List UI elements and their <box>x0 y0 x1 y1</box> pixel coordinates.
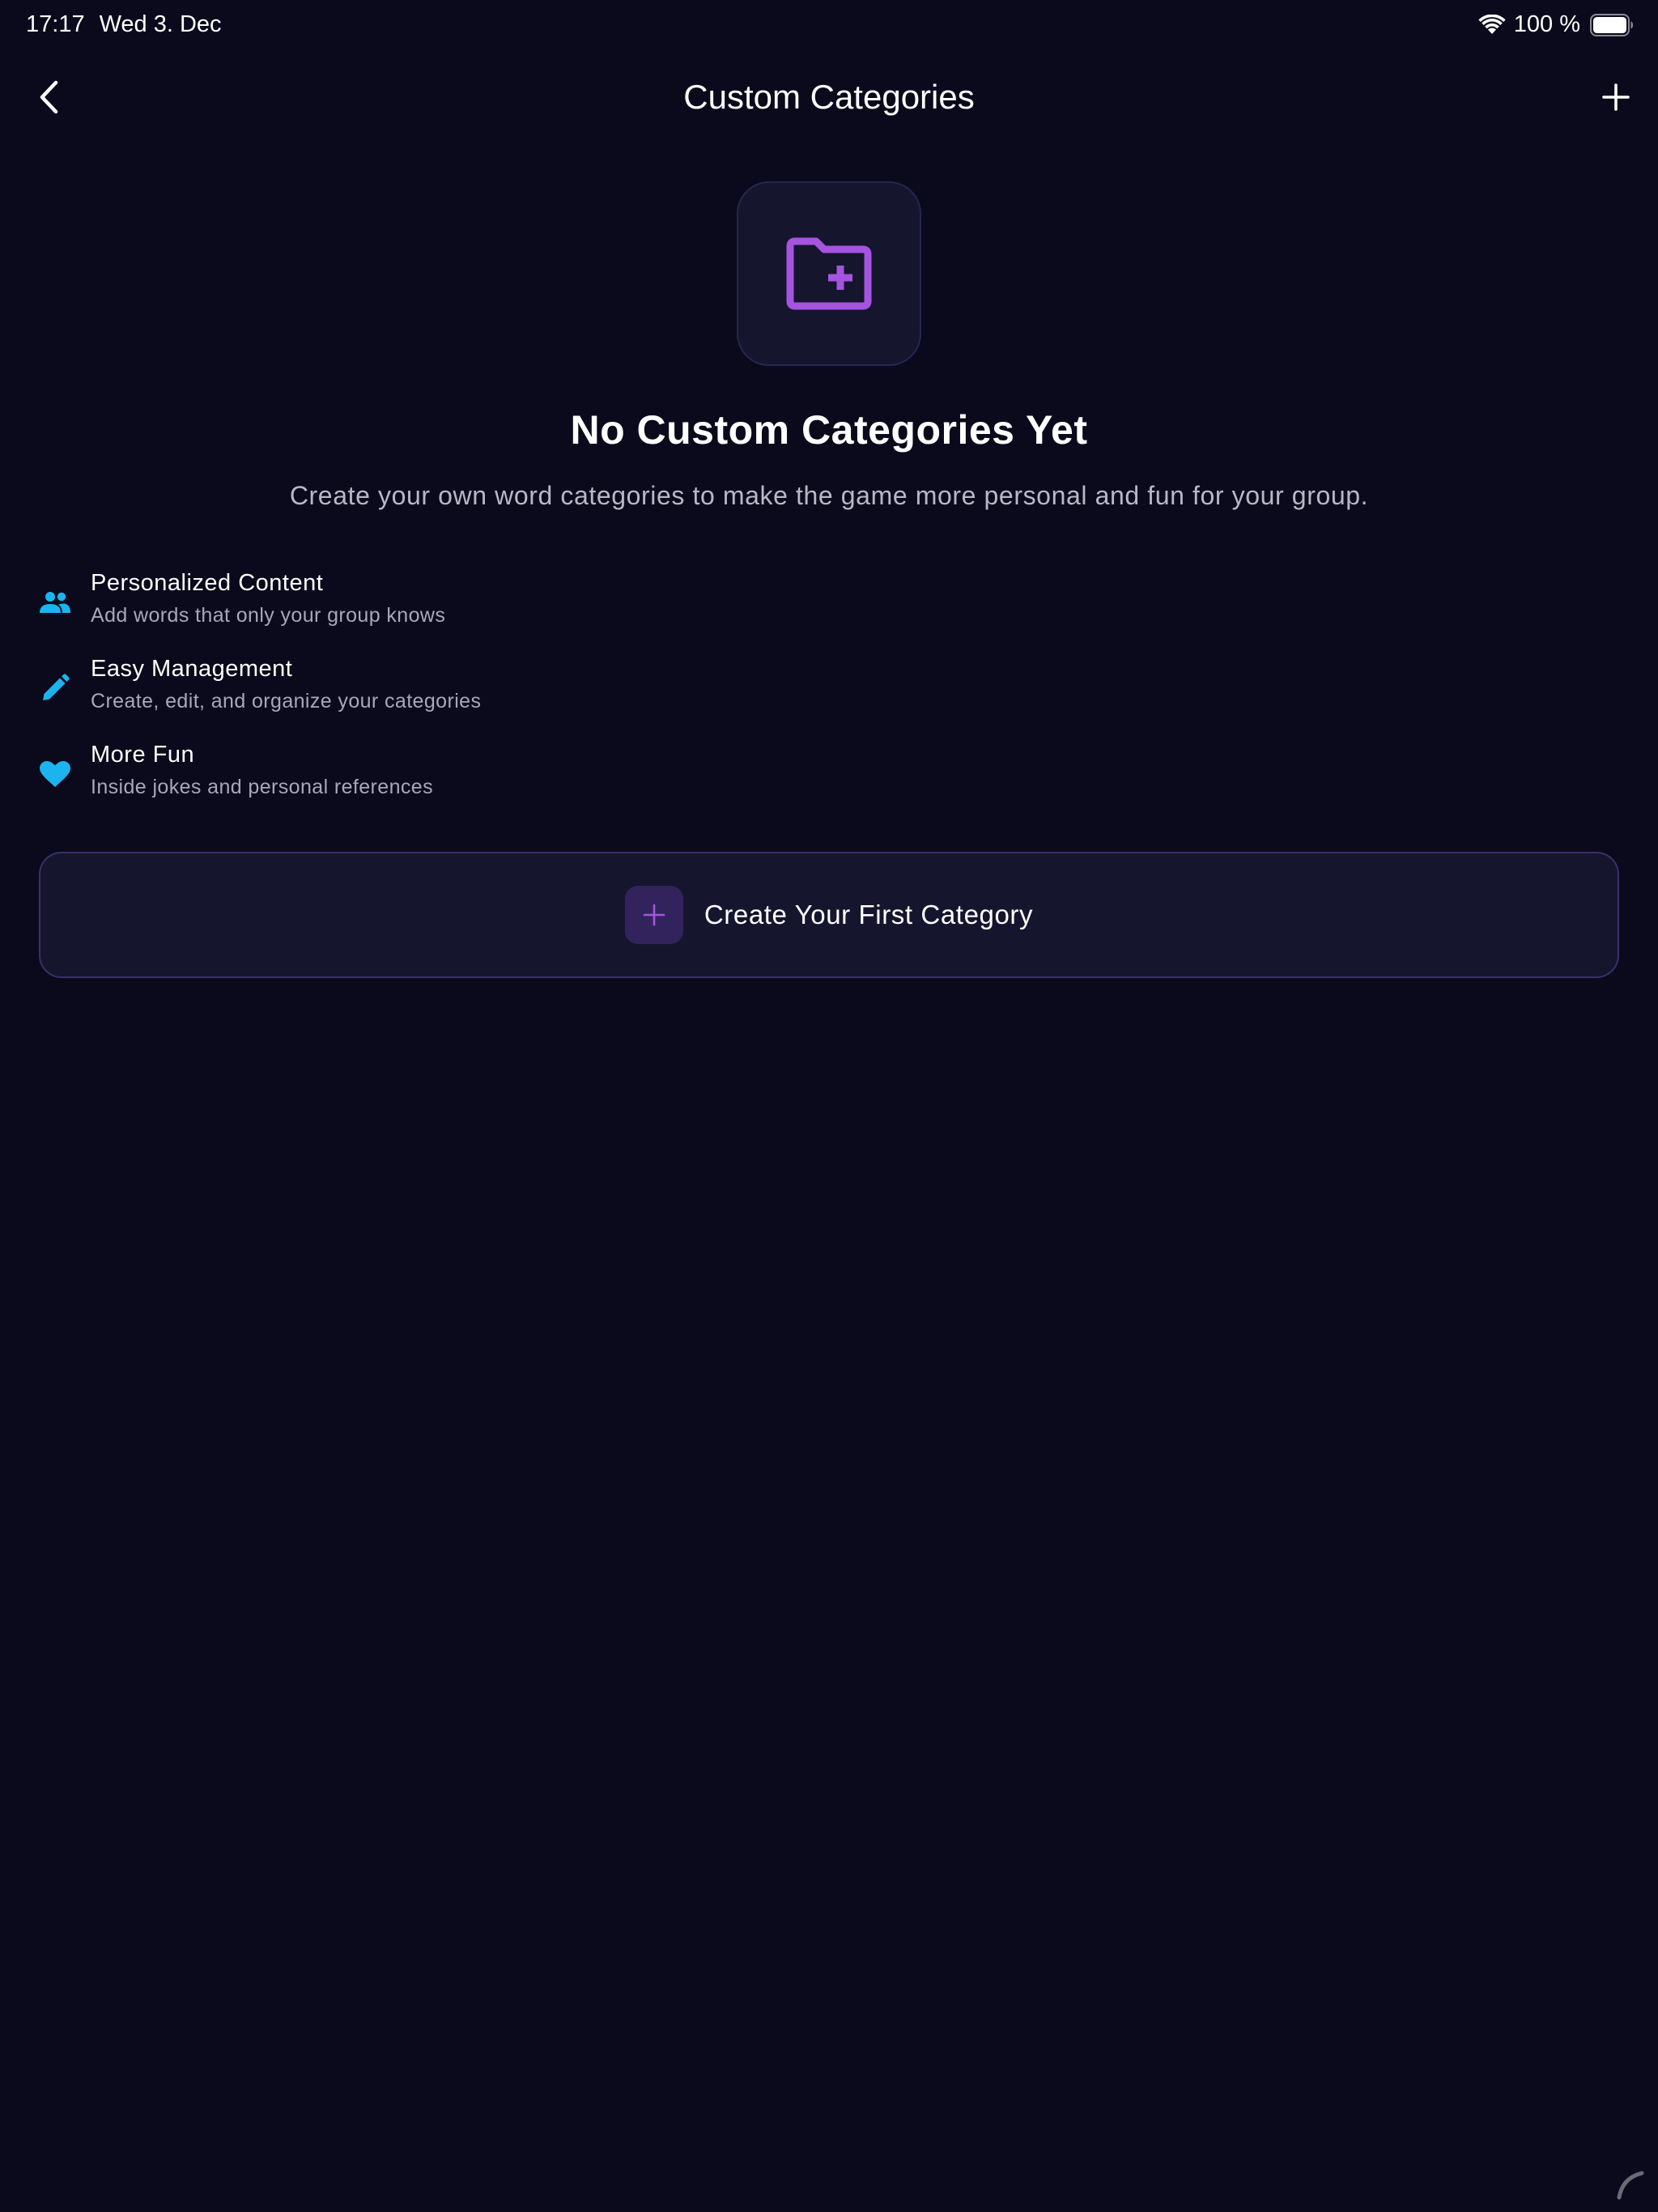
status-date: Wed 3. Dec <box>99 11 222 37</box>
plus-icon <box>1602 83 1630 111</box>
page-title: Custom Categories <box>683 78 975 116</box>
create-button-label: Create Your First Category <box>704 900 1034 929</box>
feature-title: Easy Management <box>91 656 293 682</box>
plus-icon <box>643 904 665 926</box>
empty-state-subtitle: Create your own word categories to make … <box>289 481 1369 510</box>
status-right: 100 % <box>1478 11 1634 38</box>
feature-description: Inside jokes and personal references <box>91 776 433 798</box>
status-bar: 17:17 Wed 3. Dec 100 % <box>0 0 1658 52</box>
people-icon <box>40 592 70 613</box>
feature-title: Personalized Content <box>91 570 324 596</box>
create-first-category-button[interactable]: Create Your First Category <box>39 852 1619 978</box>
status-time: 17:17 <box>26 11 85 37</box>
feature-title: More Fun <box>91 742 195 768</box>
feature-description: Create, edit, and organize your categori… <box>91 690 482 713</box>
empty-state-title: No Custom Categories Yet <box>570 407 1088 453</box>
folder-plus-icon <box>786 237 872 310</box>
create-plus-chip <box>624 886 683 944</box>
heart-icon <box>40 761 70 787</box>
feature-more-fun: More Fun Inside jokes and personal refer… <box>0 738 1658 811</box>
pencil-icon <box>43 674 70 700</box>
battery-percent: 100 % <box>1513 11 1580 37</box>
empty-state-icon-box <box>737 181 921 366</box>
status-left: 17:17 Wed 3. Dec <box>26 11 222 38</box>
feature-personalized-content: Personalized Content Add words that only… <box>0 567 1658 640</box>
feature-description: Add words that only your group knows <box>91 604 446 627</box>
wifi-icon <box>1478 14 1506 34</box>
battery-icon <box>1590 13 1633 36</box>
feature-easy-management: Easy Management Create, edit, and organi… <box>0 653 1658 725</box>
resize-handle-icon <box>1617 2171 1644 2200</box>
add-category-button[interactable] <box>1596 78 1635 117</box>
nav-bar: Custom Categories <box>0 65 1658 130</box>
